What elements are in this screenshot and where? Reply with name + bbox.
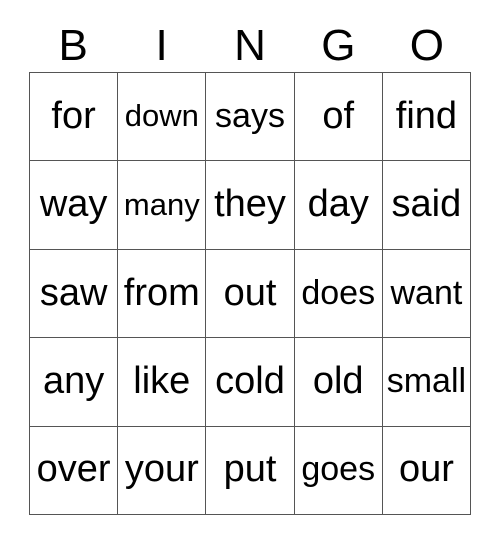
bingo-row: for down says of find bbox=[30, 73, 472, 162]
bingo-cell-label: like bbox=[133, 359, 191, 402]
bingo-cell[interactable]: does bbox=[294, 249, 383, 339]
bingo-row: way many they day said bbox=[30, 161, 472, 250]
bingo-cell[interactable]: day bbox=[294, 161, 383, 250]
bingo-cell-label: any bbox=[42, 359, 105, 402]
bingo-header-letter-b: B bbox=[58, 21, 88, 70]
bingo-cell-label: out bbox=[223, 271, 277, 314]
bingo-grid: for down says of find way many they day … bbox=[29, 72, 472, 516]
bingo-cell-label: does bbox=[301, 273, 376, 312]
bingo-cell[interactable]: goes bbox=[294, 426, 383, 516]
bingo-cell[interactable]: says bbox=[206, 73, 295, 162]
bingo-header-letter-o: O bbox=[409, 21, 444, 70]
bingo-cell[interactable]: cold bbox=[206, 338, 295, 427]
bingo-cell[interactable]: from bbox=[118, 249, 207, 339]
bingo-cell[interactable]: way bbox=[30, 161, 119, 250]
bingo-cell[interactable]: want bbox=[382, 249, 472, 339]
bingo-cell[interactable]: like bbox=[118, 338, 207, 427]
bingo-row: over your put goes our bbox=[30, 426, 472, 516]
bingo-cell-label: from bbox=[123, 271, 200, 314]
bingo-cell[interactable]: of bbox=[294, 73, 383, 162]
bingo-cell[interactable]: out bbox=[206, 249, 295, 339]
bingo-cell[interactable]: put bbox=[206, 426, 295, 516]
bingo-cell-label: cold bbox=[215, 359, 285, 402]
bingo-row: any like cold old small bbox=[30, 338, 472, 427]
bingo-cell[interactable]: any bbox=[30, 338, 119, 427]
bingo-cell[interactable]: they bbox=[206, 161, 295, 250]
bingo-cell[interactable]: old bbox=[294, 338, 383, 427]
bingo-cell-label: saw bbox=[39, 271, 108, 314]
bingo-cell[interactable]: your bbox=[118, 426, 207, 516]
bingo-cell-label: down bbox=[124, 98, 199, 134]
bingo-cell-label: many bbox=[123, 186, 200, 222]
bingo-cell[interactable]: find bbox=[382, 73, 472, 162]
bingo-cell-label: goes bbox=[301, 450, 376, 489]
bingo-cell[interactable]: many bbox=[118, 161, 207, 250]
bingo-cell-label: day bbox=[307, 183, 369, 226]
bingo-cell[interactable]: down bbox=[118, 73, 207, 162]
bingo-card: B I N G O for down says of find way many… bbox=[0, 0, 500, 544]
bingo-cell-label: your bbox=[124, 448, 199, 491]
bingo-cell-label: find bbox=[395, 94, 458, 137]
bingo-cell-label: want bbox=[390, 273, 463, 312]
bingo-cell[interactable]: saw bbox=[30, 249, 119, 339]
bingo-row: saw from out does want bbox=[30, 249, 472, 339]
bingo-cell-label: way bbox=[39, 183, 108, 226]
bingo-cell[interactable]: our bbox=[382, 426, 472, 516]
bingo-cell-label: said bbox=[391, 183, 462, 226]
bingo-cell-label: for bbox=[51, 94, 96, 137]
bingo-cell-label: small bbox=[386, 362, 467, 401]
bingo-cell-label: put bbox=[223, 448, 277, 491]
bingo-cell-label: of bbox=[322, 94, 355, 137]
bingo-cell[interactable]: small bbox=[382, 338, 472, 427]
bingo-cell-label: old bbox=[312, 359, 364, 402]
bingo-cell[interactable]: for bbox=[30, 73, 119, 162]
bingo-cell-label: they bbox=[214, 183, 286, 226]
bingo-header-letter-g: G bbox=[321, 21, 356, 70]
bingo-cell[interactable]: over bbox=[30, 426, 119, 516]
bingo-cell-label: over bbox=[36, 448, 111, 491]
bingo-header-letter-i: I bbox=[155, 21, 168, 70]
bingo-header-letter-n: N bbox=[234, 21, 266, 70]
bingo-cell-label: says bbox=[215, 96, 285, 135]
bingo-cell-label: our bbox=[398, 448, 454, 491]
bingo-header-row: B I N G O bbox=[29, 20, 471, 72]
bingo-cell[interactable]: said bbox=[382, 161, 472, 250]
